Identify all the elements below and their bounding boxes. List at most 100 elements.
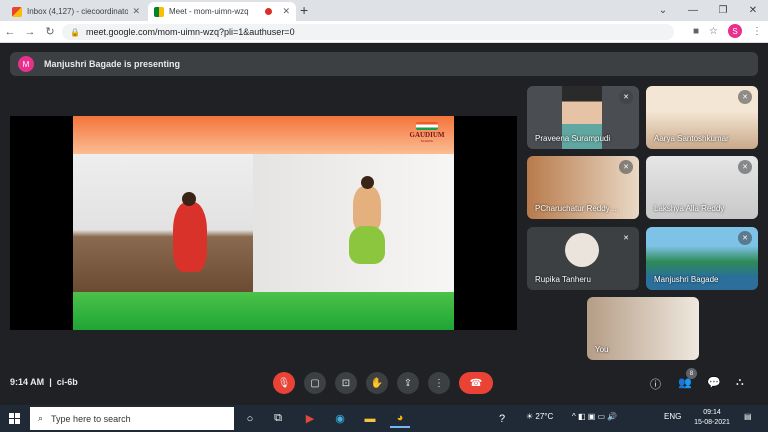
participant-tile[interactable]: ✕ Aarya Santoshkumar <box>646 86 758 149</box>
participant-name: You <box>595 345 609 354</box>
raise-hand-button[interactable]: ✋ <box>366 372 388 394</box>
cortana-icon[interactable]: ○ <box>240 409 260 428</box>
minimize-button[interactable]: — <box>678 5 708 16</box>
recording-dot-icon <box>265 8 273 15</box>
clock-time: 09:14 <box>703 409 721 416</box>
reload-icon[interactable]: ↻ <box>40 25 60 38</box>
new-tab-button[interactable]: + <box>300 2 308 18</box>
weather-widget[interactable]: ☀ 27°C <box>526 412 553 421</box>
browser-tabbar: Inbox (4,127) - ciecoordinator@ ✕ Meet -… <box>0 0 768 21</box>
meeting-info: 9:14 AM | ci-6b <box>10 377 78 387</box>
camera-icon[interactable]: ■ <box>693 26 699 37</box>
forward-icon[interactable]: → <box>20 26 40 38</box>
meeting-time: 9:14 AM <box>10 377 45 387</box>
app-icon-red[interactable]: ▶ <box>300 409 320 428</box>
more-options-button[interactable]: ⋮ <box>428 372 450 394</box>
participant-name: Praveena Surampudi <box>535 134 611 143</box>
search-placeholder: Type here to search <box>51 413 131 424</box>
lock-icon[interactable]: 🔒 <box>70 28 80 37</box>
hang-up-button[interactable]: ☎ <box>459 372 493 394</box>
tab-meet[interactable]: Meet - mom-uimn-wzq ✕ <box>148 2 296 21</box>
url-text: meet.google.com/mom-uimn-wzq?pli=1&authu… <box>85 27 295 37</box>
system-tray-icons[interactable]: ^ ◧ ▣ ▭ 🔊 <box>572 412 617 421</box>
close-tab-icon[interactable]: ✕ <box>132 6 140 17</box>
windows-logo-icon <box>8 413 20 424</box>
gmail-icon <box>12 6 22 17</box>
shared-video: GAUDIUM SCHOOL <box>73 116 454 330</box>
participant-avatar <box>565 233 599 267</box>
presentation-stage[interactable]: GAUDIUM SCHOOL <box>10 116 517 330</box>
tab-title: Meet - mom-uimn-wzq <box>169 7 249 16</box>
dancer-right-panel <box>253 154 454 292</box>
chat-icon[interactable]: 💬 <box>707 376 721 389</box>
logo-name: GAUDIUM <box>409 131 445 139</box>
task-view-icon[interactable]: ⧉ <box>268 409 288 428</box>
participant-tile[interactable]: ✕ Praveena Surampudi <box>527 86 639 149</box>
mic-off-icon: ✕ <box>619 231 633 245</box>
participant-name: Lakshya Alla Reddy <box>654 204 725 213</box>
taskbar-search[interactable]: ⌕ Type here to search <box>30 407 234 430</box>
language-indicator[interactable]: ENG <box>664 412 681 421</box>
notifications-icon[interactable]: ▤ <box>744 412 752 421</box>
mic-off-icon: ✕ <box>619 90 633 104</box>
participant-name: Rupika Tanheru <box>535 275 591 284</box>
file-explorer-icon[interactable]: ▬ <box>360 409 380 428</box>
participant-tile[interactable]: ✕ Rupika Tanheru <box>527 227 639 290</box>
url-bar[interactable]: 🔒 meet.google.com/mom-uimn-wzq?pli=1&aut… <box>62 24 674 40</box>
dancer-right-head <box>361 176 374 189</box>
presenting-text: Manjushri Bagade is presenting <box>44 59 181 69</box>
mic-off-icon: ✕ <box>738 90 752 104</box>
toolbar-actions: ■ ☆ S ⋮ <box>693 24 762 38</box>
mic-off-icon: ✕ <box>738 231 752 245</box>
captions-button[interactable]: ⊡ <box>335 372 357 394</box>
meet-window: M Manjushri Bagade is presenting GAUDIUM… <box>0 43 768 405</box>
close-window-button[interactable]: ✕ <box>738 5 768 16</box>
windows-taskbar: ⌕ Type here to search ○ ⧉ ▶ ◉ ▬ ◕ ? ☀ 27… <box>0 405 768 432</box>
mic-off-icon: ✕ <box>738 160 752 174</box>
tab-search-icon[interactable]: ⌄ <box>648 5 678 16</box>
participant-count-badge: 8 <box>686 368 697 379</box>
mic-off-icon: ✕ <box>619 160 633 174</box>
dancer-right-skirt <box>349 226 385 264</box>
meeting-code: ci-6b <box>56 377 78 387</box>
dancer-left-panel <box>73 154 253 292</box>
chrome-icon[interactable]: ◕ <box>390 409 410 428</box>
self-tile[interactable]: You <box>587 297 699 360</box>
meet-icon <box>154 6 164 17</box>
flag-saffron-band <box>73 116 454 154</box>
presenting-banner: M Manjushri Bagade is presenting <box>10 52 758 76</box>
participant-tile[interactable]: ✕ PCharuchatur Reddy ... <box>527 156 639 219</box>
participant-tile[interactable]: ✕ Manjushri Bagade <box>646 227 758 290</box>
tab-gmail[interactable]: Inbox (4,127) - ciecoordinator@ ✕ <box>6 2 146 21</box>
participant-name: Manjushri Bagade <box>654 275 719 284</box>
presenter-avatar: M <box>18 56 34 72</box>
restore-button[interactable]: ❐ <box>708 5 738 16</box>
logo-flag-icon <box>416 122 438 130</box>
meeting-controls: 9:14 AM | ci-6b 🎙 ▢ ⊡ ✋ ⇪ ⋮ ☎ ⓘ 👥 8 💬 ⛬ <box>0 368 768 398</box>
flag-green-band <box>73 292 454 330</box>
menu-kebab-icon[interactable]: ⋮ <box>752 26 762 37</box>
edge-icon[interactable]: ◉ <box>330 409 350 428</box>
camera-toggle-button[interactable]: ▢ <box>304 372 326 394</box>
search-icon: ⌕ <box>38 413 44 423</box>
participant-name: Aarya Santoshkumar <box>654 134 729 143</box>
activities-icon[interactable]: ⛬ <box>736 376 744 389</box>
start-button[interactable] <box>0 405 28 432</box>
back-icon[interactable]: ← <box>0 26 20 38</box>
address-toolbar: ← → ↻ 🔒 meet.google.com/mom-uimn-wzq?pli… <box>0 21 768 43</box>
participant-tile[interactable]: ✕ Lakshya Alla Reddy <box>646 156 758 219</box>
meeting-details-icon[interactable]: ⓘ <box>650 376 661 392</box>
tab-title: Inbox (4,127) - ciecoordinator@ <box>27 7 129 16</box>
profile-avatar[interactable]: S <box>728 24 742 38</box>
school-logo: GAUDIUM SCHOOL <box>404 122 450 143</box>
close-tab-icon[interactable]: ✕ <box>282 6 290 17</box>
clock-date: 15-08-2021 <box>694 419 730 426</box>
mic-toggle-button[interactable]: 🎙 <box>273 372 295 394</box>
dancer-left <box>173 202 207 272</box>
bookmark-star-icon[interactable]: ☆ <box>709 26 718 37</box>
participant-name: PCharuchatur Reddy ... <box>535 204 619 213</box>
taskbar-clock[interactable]: 09:14 15-08-2021 <box>692 408 732 428</box>
dancer-left-head <box>182 192 196 206</box>
help-icon[interactable]: ? <box>492 409 512 428</box>
present-button[interactable]: ⇪ <box>397 372 419 394</box>
